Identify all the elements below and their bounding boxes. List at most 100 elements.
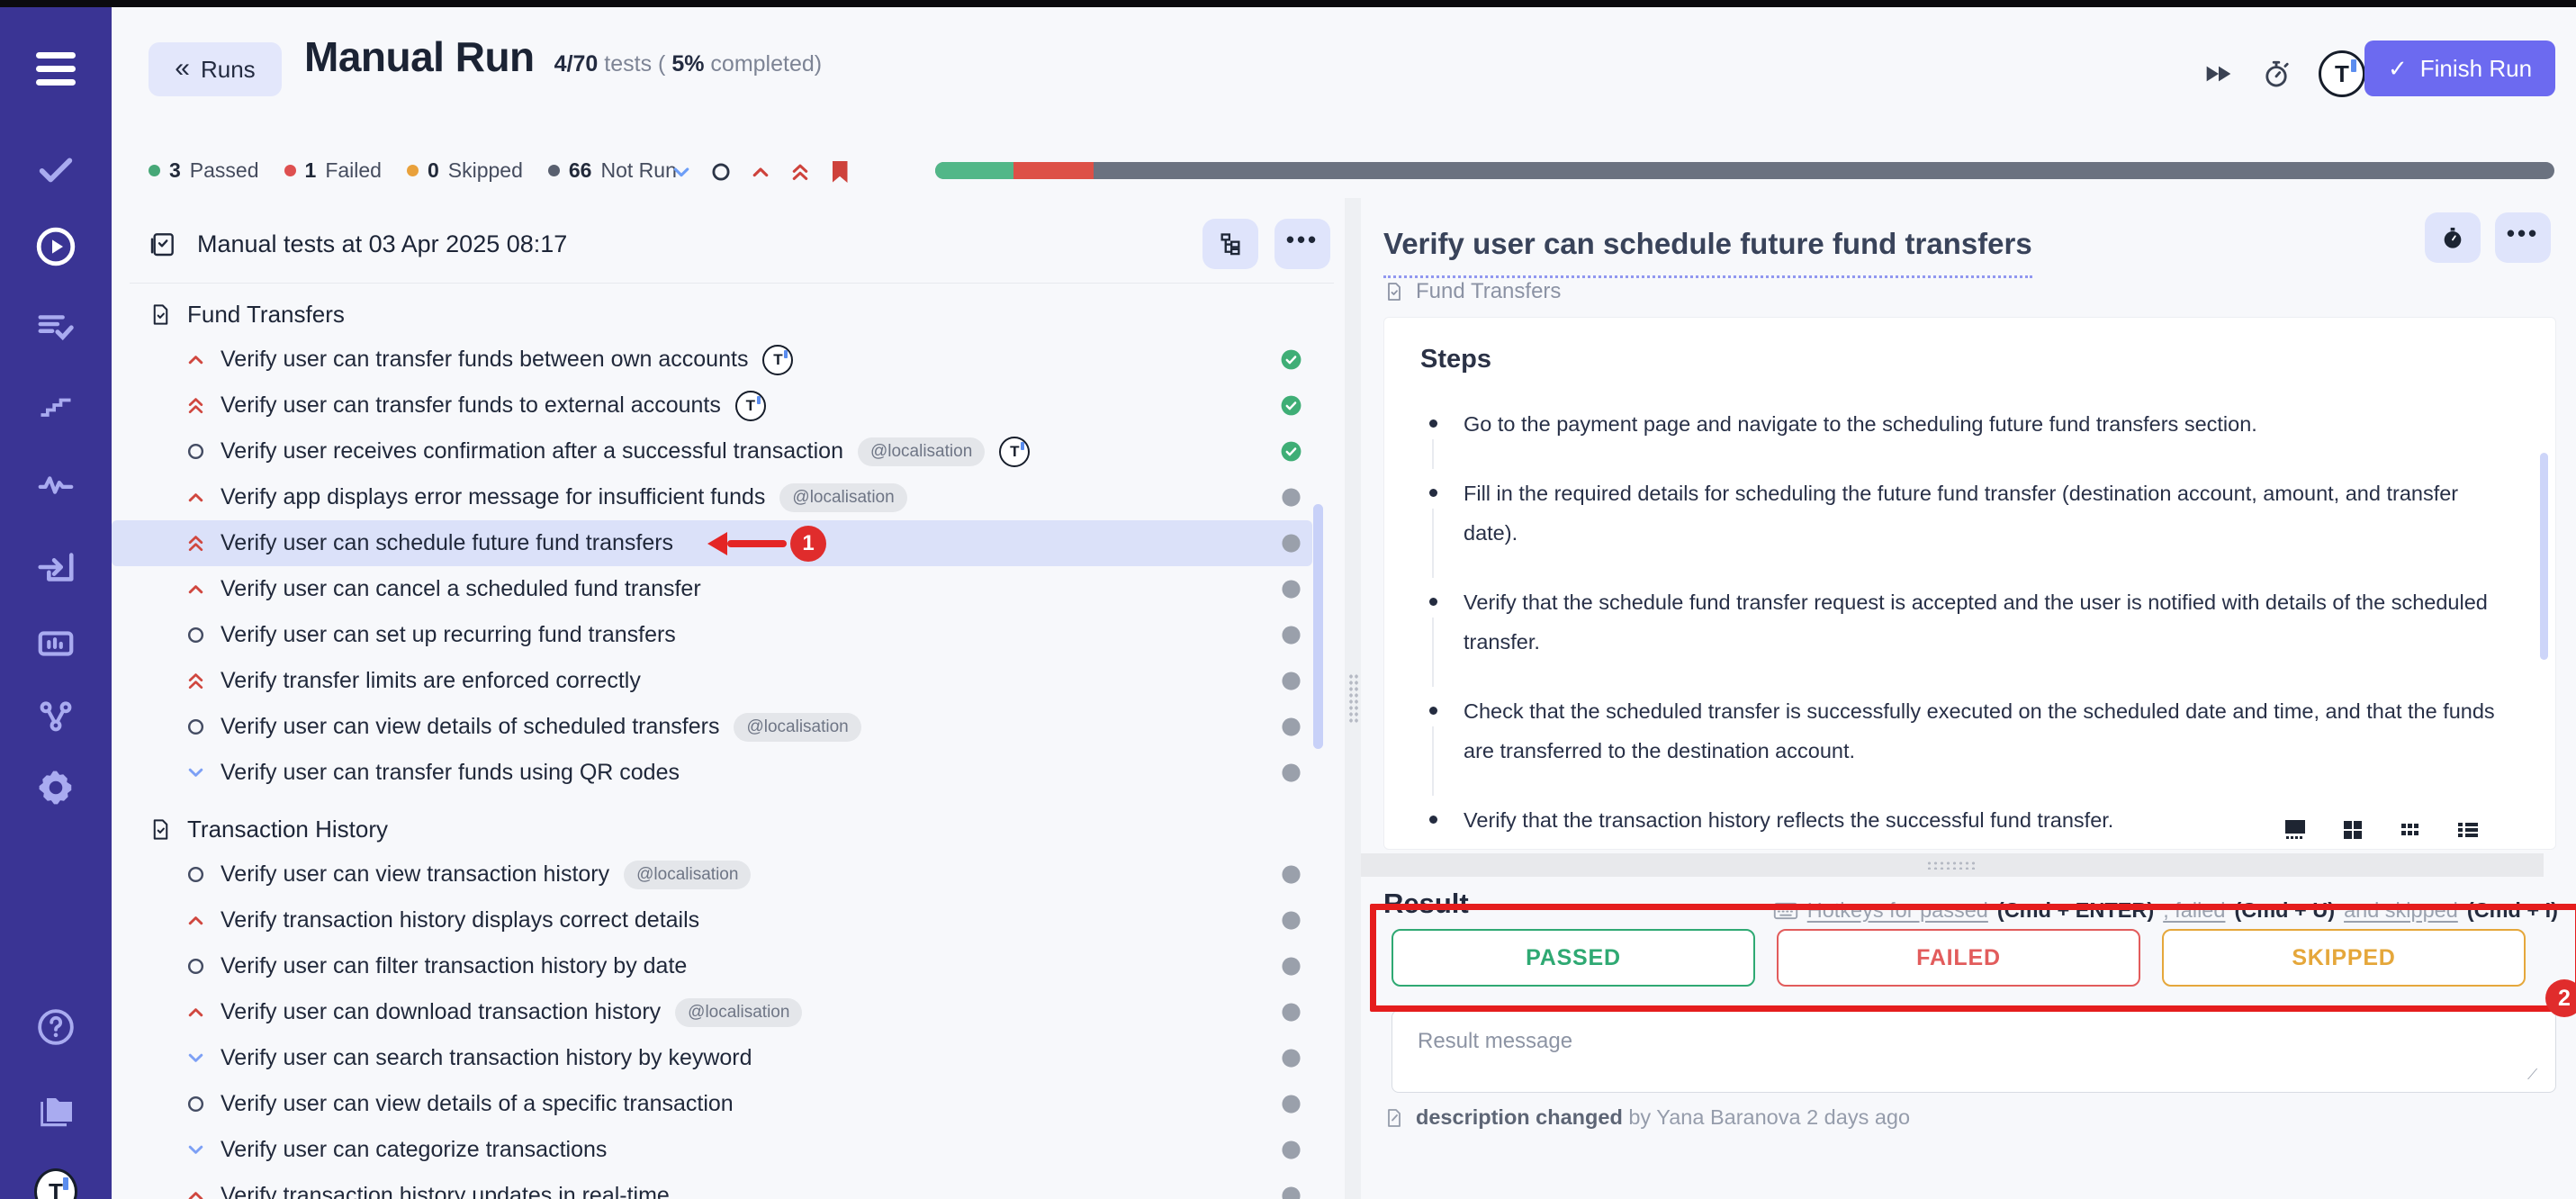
suite-group-row[interactable]: Transaction History	[112, 807, 1345, 852]
status-notrun-icon[interactable]	[1281, 487, 1302, 508]
result-passed-button[interactable]: PASSED	[1392, 929, 1755, 987]
suite-group-row[interactable]: Fund Transfers	[112, 292, 1345, 337]
breadcrumb[interactable]: Fund Transfers	[1383, 279, 1561, 304]
chevron-down-filter-icon[interactable]	[670, 160, 693, 184]
result-skipped-button[interactable]: SKIPPED	[2162, 929, 2526, 987]
status-passed-icon[interactable]	[1281, 349, 1302, 370]
test-row[interactable]: Verify transaction history updates in re…	[112, 1173, 1312, 1199]
tests-suffix: tests (	[604, 51, 665, 77]
status-notrun-icon[interactable]	[1281, 579, 1302, 600]
status-notrun-icon[interactable]	[1281, 1140, 1302, 1160]
run-progress-summary: 4/70 tests ( 5% completed)	[554, 51, 822, 77]
result-failed-button[interactable]: FAILED	[1777, 929, 2140, 987]
double-chevron-up-filter-icon[interactable]	[788, 160, 812, 184]
status-dot-icon	[548, 165, 560, 176]
panel-resize-gutter[interactable]	[1345, 198, 1361, 1199]
sidebar-item-projects[interactable]	[34, 1089, 77, 1132]
status-notrun-icon[interactable]	[1281, 762, 1302, 783]
resize-grip	[1926, 861, 1978, 870]
test-row[interactable]: Verify user can download transaction his…	[112, 989, 1312, 1035]
sidebar-item-tests[interactable]	[34, 148, 77, 191]
status-notrun-icon[interactable]	[1281, 910, 1302, 931]
timer-icon[interactable]	[2261, 59, 2292, 89]
step-item: Verify that the schedule fund transfer r…	[1420, 583, 2501, 662]
sidebar-item-branches[interactable]	[34, 694, 77, 737]
test-row[interactable]: Verify user can categorize transactions	[112, 1127, 1312, 1173]
step-text: Fill in the required details for schedul…	[1464, 482, 2458, 544]
status-notrun-icon[interactable]	[1281, 864, 1302, 885]
sidebar-item-pulse[interactable]	[34, 464, 77, 507]
annotation-badge-1: 1	[790, 526, 826, 562]
status-notrun-icon[interactable]	[1281, 1094, 1302, 1114]
test-row[interactable]: Verify user can view details of schedule…	[112, 704, 1312, 750]
status-notrun-icon[interactable]	[1281, 717, 1302, 737]
status-notrun-icon[interactable]	[1281, 625, 1302, 645]
fast-forward-icon[interactable]	[2203, 60, 2234, 87]
view-grid-2-icon[interactable]	[2343, 820, 2363, 840]
test-row[interactable]: Verify user can schedule future fund tra…	[112, 520, 1312, 566]
automation-logo-icon: T	[999, 437, 1030, 467]
status-notrun-icon[interactable]	[1281, 533, 1302, 554]
test-row[interactable]: Verify user can transfer funds using QR …	[112, 750, 1312, 796]
sidebar-item-plans[interactable]	[34, 304, 77, 347]
test-row[interactable]: Verify user can filter transaction histo…	[112, 943, 1312, 989]
view-list-icon[interactable]	[2458, 820, 2478, 840]
sidebar-item-milestones[interactable]	[34, 383, 77, 427]
result-message-input[interactable]	[1392, 1010, 2556, 1093]
runs-icon	[34, 225, 77, 268]
changed-doc-icon	[1383, 1107, 1405, 1129]
test-title: Verify app displays error message for in…	[221, 484, 765, 510]
circle-filter-icon[interactable]	[709, 160, 733, 184]
back-to-runs-button[interactable]: « Runs	[149, 42, 282, 96]
test-row[interactable]: Verify user can view details of a specif…	[112, 1081, 1312, 1127]
finish-run-button[interactable]: ✓ Finish Run	[2364, 41, 2555, 96]
menu-icon[interactable]	[36, 52, 76, 86]
app-logo-icon[interactable]: T	[2319, 50, 2365, 97]
status-notrun-icon[interactable]	[1281, 1002, 1302, 1023]
test-row[interactable]: Verify user can transfer funds to extern…	[112, 383, 1312, 428]
test-row[interactable]: Verify user can set up recurring fund tr…	[112, 612, 1312, 658]
steps-result-resize-handle[interactable]	[1361, 853, 2544, 877]
tag-badge: @localisation	[734, 713, 860, 742]
sidebar-item-settings[interactable]	[34, 766, 77, 809]
annotation-badge-2: 2	[2545, 979, 2576, 1017]
status-notrun-icon[interactable]	[1281, 1048, 1302, 1068]
test-row[interactable]: Verify user can view transaction history…	[112, 852, 1312, 897]
status-passed-icon[interactable]	[1281, 395, 1302, 416]
view-grid-3-icon[interactable]	[2400, 820, 2420, 840]
test-row[interactable]: Verify user receives confirmation after …	[112, 428, 1312, 474]
detail-options-button[interactable]: •••	[2495, 212, 2551, 263]
result-heading: Result	[1383, 888, 1469, 920]
sidebar-item-runs[interactable]	[34, 225, 77, 268]
tree-view-button[interactable]	[1202, 219, 1258, 269]
status-notrun-icon[interactable]	[1281, 671, 1302, 691]
textarea-resize-handle[interactable]: ⟋	[2527, 1068, 2540, 1080]
test-title[interactable]: Verify user can schedule future fund tra…	[1383, 227, 2032, 278]
test-row[interactable]: Verify user can cancel a scheduled fund …	[112, 566, 1312, 612]
bookmark-filter-icon[interactable]	[828, 160, 851, 184]
test-row[interactable]: Verify app displays error message for in…	[112, 474, 1312, 520]
sidebar-item-profile[interactable]: T	[34, 1170, 77, 1199]
test-row[interactable]: Verify transfer limits are enforced corr…	[112, 658, 1312, 704]
test-title: Verify user can schedule future fund tra…	[221, 530, 673, 556]
timer-button[interactable]	[2425, 212, 2481, 263]
test-row[interactable]: Verify user can search transaction histo…	[112, 1035, 1312, 1081]
status-count-not-run: 66Not Run	[548, 158, 677, 183]
list-options-button[interactable]: •••	[1274, 219, 1330, 269]
test-plan-icon	[149, 230, 177, 258]
status-notrun-icon[interactable]	[1281, 956, 1302, 977]
steps-scrollbar[interactable]	[2540, 453, 2548, 660]
sidebar-item-help[interactable]	[34, 1005, 77, 1049]
status-passed-icon[interactable]	[1281, 441, 1302, 462]
chevron-up-filter-icon[interactable]	[749, 160, 772, 184]
view-large-icon[interactable]	[2285, 820, 2305, 840]
test-list-panel: Manual tests at 03 Apr 2025 08:17 ••• Fu…	[112, 209, 1345, 1199]
sidebar-item-reports[interactable]	[34, 622, 77, 665]
tag-badge: @localisation	[858, 437, 985, 466]
test-row[interactable]: Verify transaction history displays corr…	[112, 897, 1312, 943]
test-row[interactable]: Verify user can transfer funds between o…	[112, 337, 1312, 383]
status-notrun-icon[interactable]	[1281, 1185, 1302, 1199]
list-scrollbar[interactable]	[1313, 504, 1323, 749]
sidebar-item-pull-requests[interactable]	[34, 545, 77, 589]
priority-highest-icon	[185, 395, 206, 416]
